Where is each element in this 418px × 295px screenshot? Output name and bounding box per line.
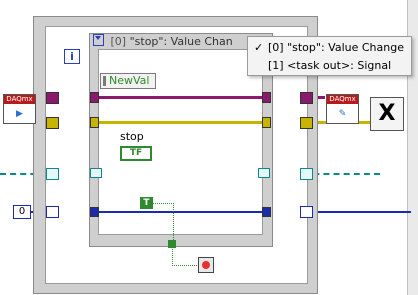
newval-node[interactable]: NewVal [100, 73, 156, 89]
stop-boolean-terminal[interactable]: TF [120, 146, 152, 161]
event-case-index: [0] [110, 35, 127, 48]
daqmx-play-icon: ▶ [16, 109, 23, 119]
error-es-tunnel-right[interactable] [262, 117, 271, 128]
check-icon: ✓ [254, 41, 264, 54]
event-case-selector[interactable]: [0] "stop": Value Chan [90, 34, 272, 48]
numeric-es-tunnel-right[interactable] [262, 207, 271, 217]
error-tunnel-right[interactable] [300, 117, 313, 129]
event-reg-tunnel-left[interactable] [90, 168, 102, 178]
menu-item-task-out-signal[interactable]: [1] <task out>: Signal [248, 57, 411, 75]
daqmx-start-label: DAQmx [4, 95, 35, 104]
timeout-icon [93, 34, 104, 46]
error-tunnel-left[interactable] [46, 117, 59, 129]
event-tunnel-left[interactable] [46, 168, 59, 180]
numeric-constant[interactable]: 0 [13, 205, 31, 219]
numeric-wire-inner [98, 211, 264, 213]
true-constant[interactable]: T [140, 197, 153, 209]
daqmx-stop-label: DAQmx [327, 95, 358, 104]
event-case-menu[interactable]: ✓ [0] "stop": Value Change [1] <task out… [247, 36, 412, 76]
task-wire-inner [98, 96, 264, 99]
iteration-terminal: i [64, 49, 80, 64]
error-wire-inner [98, 121, 264, 124]
clear-task-icon[interactable]: X [370, 97, 404, 131]
menu-item-label: [1] <task out>: Signal [268, 59, 392, 72]
stop-condition-terminal[interactable] [198, 257, 214, 273]
stop-terminal-label: stop [120, 130, 144, 143]
error-es-tunnel-left[interactable] [90, 117, 99, 128]
boolean-wire [153, 203, 174, 244]
numeric-tunnel-left[interactable] [46, 206, 59, 218]
task-tunnel-right[interactable] [300, 92, 313, 104]
daqmx-stop-task[interactable]: DAQmx ✎ [326, 94, 359, 124]
task-tunnel-left[interactable] [46, 92, 59, 104]
numeric-es-tunnel-left[interactable] [90, 207, 99, 217]
daqmx-stop-icon: ✎ [338, 109, 347, 119]
task-es-tunnel-left[interactable] [90, 92, 99, 103]
event-reg-tunnel-right[interactable] [258, 168, 270, 178]
stop-condition-tunnel[interactable] [168, 240, 176, 248]
task-es-tunnel-right[interactable] [262, 92, 271, 103]
event-tunnel-right[interactable] [300, 168, 313, 180]
menu-item-stop-value-change[interactable]: ✓ [0] "stop": Value Change [248, 39, 411, 57]
daqmx-start-task[interactable]: DAQmx ▶ [3, 94, 36, 124]
menu-item-label: [0] "stop": Value Change [268, 41, 404, 54]
event-case-label: "stop": Value Chan [129, 35, 233, 48]
numeric-tunnel-right[interactable] [300, 206, 313, 218]
